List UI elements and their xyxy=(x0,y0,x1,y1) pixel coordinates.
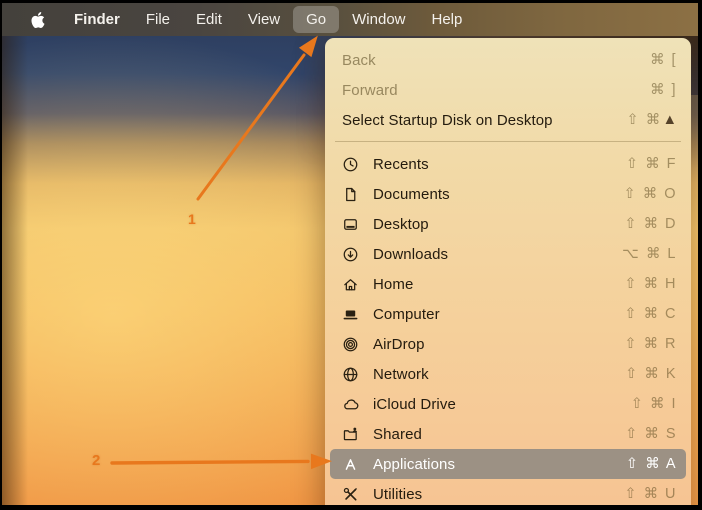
menu-item-shortcut: ⇧ ⌘ R xyxy=(624,336,677,352)
recents-icon xyxy=(342,156,373,173)
menu-item-airdrop[interactable]: AirDrop⇧ ⌘ R xyxy=(325,329,691,359)
menu-item-label: iCloud Drive xyxy=(373,396,631,413)
menubar-item-finder[interactable]: Finder xyxy=(61,6,133,33)
menu-item-icloud-drive[interactable]: iCloud Drive⇧ ⌘ I xyxy=(325,389,691,419)
menubar-item-window[interactable]: Window xyxy=(339,6,418,33)
menu-item-shortcut: ⌘ ] xyxy=(650,82,677,98)
menu-item-shortcut: ⇧ ⌘ xyxy=(626,112,661,128)
menu-item-shortcut-key: ▲ xyxy=(663,112,677,128)
applications-icon xyxy=(342,456,373,473)
home-icon xyxy=(342,276,373,293)
desktop-screen: FinderFileEditViewGoWindowHelp Back⌘ [Fo… xyxy=(2,3,698,505)
menu-item-label: Home xyxy=(373,276,624,293)
menu-item-label: Shared xyxy=(373,426,625,443)
menu-item-label: Downloads xyxy=(373,246,622,263)
menu-bar: FinderFileEditViewGoWindowHelp xyxy=(2,3,698,36)
menu-item-label: Network xyxy=(373,366,625,383)
menubar-item-view[interactable]: View xyxy=(235,6,293,33)
menu-item-label: Applications xyxy=(373,456,626,473)
desktop-icon xyxy=(342,216,373,233)
menu-item-label: Desktop xyxy=(373,216,624,233)
annotation-label-1: 1 xyxy=(188,211,196,227)
menu-item-label: Computer xyxy=(373,306,624,323)
menu-item-shared[interactable]: Shared⇧ ⌘ S xyxy=(325,419,691,449)
menu-item-recents[interactable]: Recents⇧ ⌘ F xyxy=(325,149,691,179)
menu-item-label: Recents xyxy=(373,156,626,173)
computer-icon xyxy=(342,306,373,323)
utilities-icon xyxy=(342,486,373,503)
apple-menu[interactable] xyxy=(18,6,58,33)
annotation-label-2: 2 xyxy=(92,452,100,469)
menubar-items: FinderFileEditViewGoWindowHelp xyxy=(61,6,475,33)
menu-item-label: Select Startup Disk on Desktop xyxy=(342,112,626,129)
menu-item-label: AirDrop xyxy=(373,336,624,353)
menu-item-shortcut: ⌥ ⌘ L xyxy=(622,246,677,262)
menu-item-desktop[interactable]: Desktop⇧ ⌘ D xyxy=(325,209,691,239)
menu-item-utilities[interactable]: Utilities⇧ ⌘ U xyxy=(325,479,691,505)
menu-item-shortcut: ⇧ ⌘ D xyxy=(624,216,677,232)
menubar-item-file[interactable]: File xyxy=(133,6,183,33)
menu-item-documents[interactable]: Documents⇧ ⌘ O xyxy=(325,179,691,209)
apple-icon xyxy=(30,12,46,28)
menu-separator xyxy=(335,141,681,142)
go-menu: Back⌘ [Forward⌘ ]Select Startup Disk on … xyxy=(325,38,691,505)
menu-item-shortcut: ⇧ ⌘ S xyxy=(625,426,677,442)
menu-item-network[interactable]: Network⇧ ⌘ K xyxy=(325,359,691,389)
menu-item-forward[interactable]: Forward⌘ ] xyxy=(325,75,691,105)
airdrop-icon xyxy=(342,336,373,353)
menu-item-shortcut: ⇧ ⌘ A xyxy=(626,456,677,472)
shared-icon xyxy=(342,426,373,443)
menu-item-shortcut: ⌘ [ xyxy=(650,52,677,68)
menu-item-shortcut: ⇧ ⌘ K xyxy=(625,366,677,382)
menu-item-home[interactable]: Home⇧ ⌘ H xyxy=(325,269,691,299)
icloud-drive-icon xyxy=(342,396,373,413)
menu-item-shortcut: ⇧ ⌘ U xyxy=(624,486,677,502)
menu-item-label: Forward xyxy=(342,82,650,99)
menu-item-shortcut: ⇧ ⌘ C xyxy=(624,306,677,322)
menubar-item-edit[interactable]: Edit xyxy=(183,6,235,33)
menu-item-select-startup-disk-on-desktop[interactable]: Select Startup Disk on Desktop⇧ ⌘▲ xyxy=(325,105,691,135)
menu-item-computer[interactable]: Computer⇧ ⌘ C xyxy=(325,299,691,329)
menubar-item-help[interactable]: Help xyxy=(419,6,476,33)
menu-item-label: Back xyxy=(342,52,650,69)
menu-item-shortcut: ⇧ ⌘ F xyxy=(626,156,677,172)
menu-item-shortcut: ⇧ ⌘ I xyxy=(631,396,677,412)
documents-icon xyxy=(342,186,373,203)
menu-item-shortcut: ⇧ ⌘ O xyxy=(624,186,678,202)
menu-item-back[interactable]: Back⌘ [ xyxy=(325,45,691,75)
menu-item-label: Utilities xyxy=(373,486,624,503)
downloads-icon xyxy=(342,246,373,263)
menu-item-label: Documents xyxy=(373,186,624,203)
menubar-item-go[interactable]: Go xyxy=(293,6,339,33)
menu-item-shortcut: ⇧ ⌘ H xyxy=(624,276,677,292)
screenshot-frame: FinderFileEditViewGoWindowHelp Back⌘ [Fo… xyxy=(0,0,702,510)
menu-item-applications[interactable]: Applications⇧ ⌘ A xyxy=(330,449,686,479)
menu-item-downloads[interactable]: Downloads⌥ ⌘ L xyxy=(325,239,691,269)
network-icon xyxy=(342,366,373,383)
